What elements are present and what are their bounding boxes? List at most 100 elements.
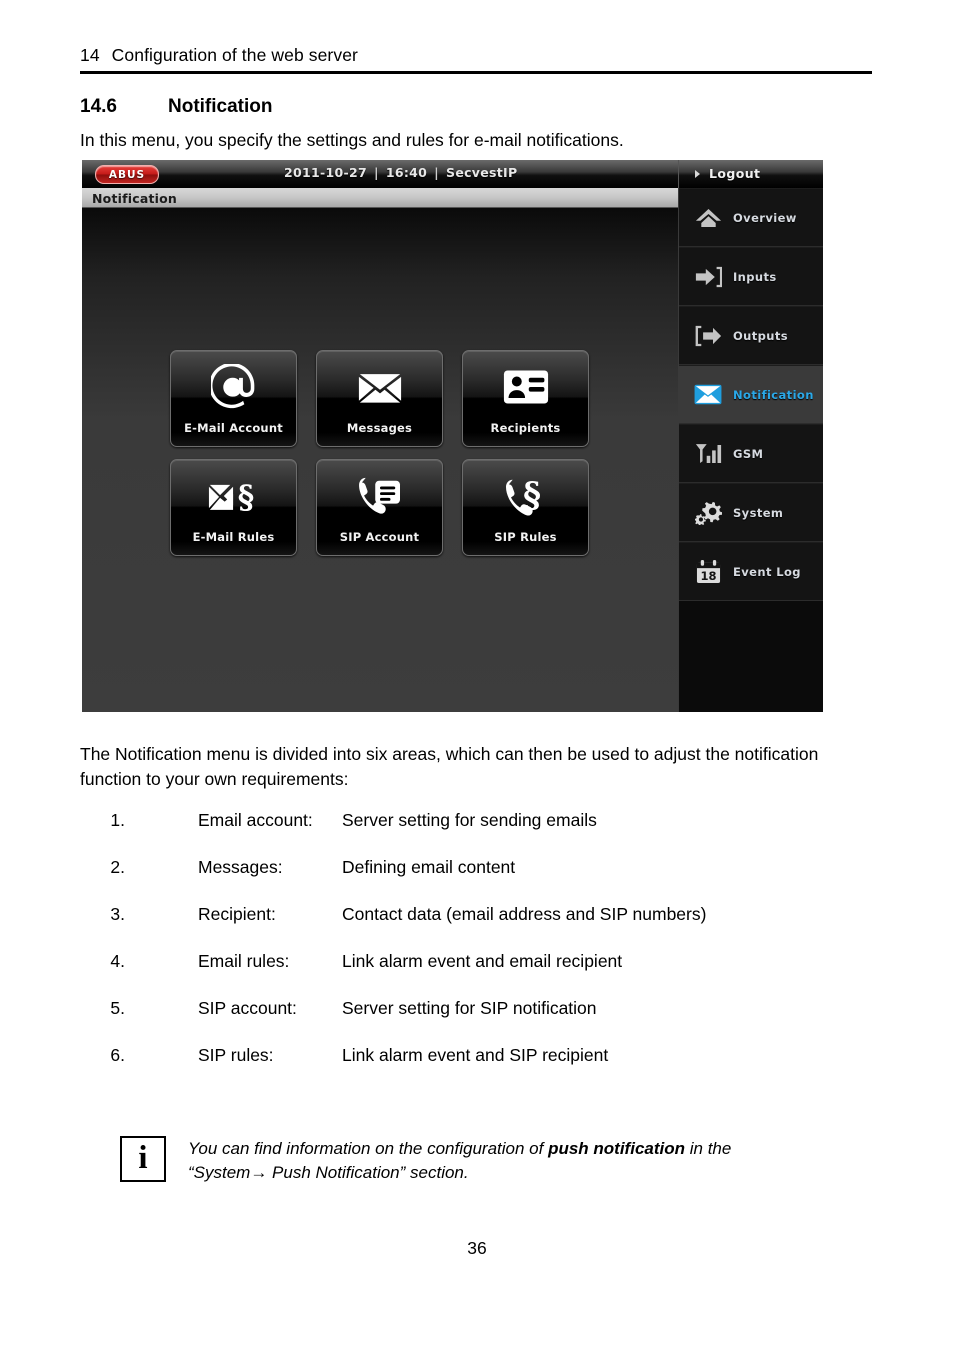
app-content-panel: E-Mail Account Messages Recipients § E-M… — [82, 208, 678, 712]
gears-icon — [694, 499, 722, 527]
list-item-description: Link alarm event and email recipient — [342, 951, 623, 971]
app-sidebar: Overview Inputs Outputs Notification GSM… — [678, 188, 823, 712]
list-item-description: Contact data (email address and SIP numb… — [342, 904, 707, 924]
sidebar-item-label: Notification — [733, 387, 814, 402]
sidebar-item-event-log[interactable]: 18 Event Log — [679, 542, 823, 601]
list-item-term: Email account: — [198, 810, 313, 830]
abus-logo-text: ABUS — [108, 168, 146, 181]
tile-email-account[interactable]: E-Mail Account — [170, 350, 297, 447]
app-topbar-right: Logout — [678, 160, 823, 188]
tile-label: Messages — [346, 421, 413, 435]
svg-text:18: 18 — [700, 569, 716, 583]
list-item-index: 4. — [110, 951, 125, 971]
sidebar-item-overview[interactable]: Overview — [679, 188, 823, 247]
running-head-title: Configuration of the web server — [111, 45, 358, 65]
sidebar-item-inputs[interactable]: Inputs — [679, 247, 823, 306]
numbered-list: 1. Email account: Server setting for sen… — [80, 810, 880, 1092]
intro-paragraph: In this menu, you specify the settings a… — [80, 130, 624, 150]
tile-recipients[interactable]: Recipients — [462, 350, 589, 447]
sidebar-item-outputs[interactable]: Outputs — [679, 306, 823, 365]
note-line1-prefix: You can find information on the configur… — [188, 1139, 549, 1158]
list-item-term: Recipient: — [198, 904, 276, 924]
app-topbar-left: ABUS 2011-10-27 | 16:40 | SecvestIP — [82, 160, 678, 188]
sidebar-item-label: Inputs — [733, 269, 777, 284]
breadcrumb-label: Notification — [92, 191, 178, 206]
list-item: 5. SIP account: Server setting for SIP n… — [80, 998, 880, 1045]
list-item-index: 3. — [110, 904, 125, 924]
info-note-text: You can find information on the configur… — [188, 1136, 731, 1185]
list-item: 6. SIP rules: Link alarm event and SIP r… — [80, 1045, 880, 1092]
list-item-description: Link alarm event and SIP recipient — [342, 1045, 609, 1065]
running-head-number: 14 — [80, 45, 100, 65]
document-page: 14 Configuration of the web server 14.6 No… — [0, 0, 954, 1355]
status-device: SecvestIP — [446, 165, 518, 180]
note-line1-bold: push notification — [548, 1139, 686, 1158]
envelope-icon — [694, 381, 722, 409]
header-rule — [80, 71, 872, 74]
body-paragraph: The Notification menu is divided into si… — [80, 744, 819, 789]
list-item: 3. Recipient: Contact data (email addres… — [80, 904, 880, 951]
phone-list-icon — [357, 474, 403, 518]
svg-text:§: § — [523, 476, 541, 515]
app-topbar: ABUS 2011-10-27 | 16:40 | SecvestIP Logout — [82, 160, 823, 188]
running-head: 14 Configuration of the web server — [80, 45, 870, 66]
list-item-term: SIP account: — [198, 998, 297, 1018]
status-separator-2: | — [434, 165, 440, 180]
list-item-index: 5. — [110, 998, 125, 1018]
tile-label: Recipients — [490, 421, 561, 435]
page-number: 36 — [467, 1238, 487, 1258]
calendar-18-icon: 18 — [694, 558, 722, 586]
list-item-term: SIP rules: — [198, 1045, 274, 1065]
info-icon: i — [120, 1136, 166, 1182]
section-heading: 14.6 Notification — [80, 96, 273, 118]
sidebar-item-label: Event Log — [733, 564, 801, 579]
tile-label: SIP Account — [339, 530, 420, 544]
list-item-term: Messages: — [198, 857, 283, 877]
sidebar-item-label: Overview — [733, 210, 797, 225]
tile-sip-rules[interactable]: § SIP Rules — [462, 459, 589, 556]
envelope-icon — [358, 365, 402, 409]
list-item-description: Server setting for sending emails — [342, 810, 597, 830]
abus-logo: ABUS — [95, 165, 159, 184]
phone-paragraph-icon: § — [504, 474, 548, 518]
tile-label: SIP Rules — [494, 530, 557, 544]
list-item: 1. Email account: Server setting for sen… — [80, 810, 880, 857]
contact-card-icon — [503, 365, 549, 409]
list-item-term: Email rules: — [198, 951, 290, 971]
sidebar-item-label: System — [733, 505, 784, 520]
sidebar-item-gsm[interactable]: GSM — [679, 424, 823, 483]
signal-bars-icon — [694, 440, 722, 468]
sidebar-item-label: Outputs — [733, 328, 789, 343]
list-item-index: 2. — [110, 857, 125, 877]
app-screenshot: ABUS 2011-10-27 | 16:40 | SecvestIP Logout N… — [82, 160, 823, 712]
at-sign-icon — [210, 364, 257, 409]
logout-label: Logout — [709, 166, 761, 181]
home-icon — [694, 204, 722, 232]
tile-label: E-Mail Rules — [192, 530, 275, 544]
list-item-description: Defining email content — [342, 857, 516, 877]
sidebar-item-system[interactable]: System — [679, 483, 823, 542]
tile-grid: E-Mail Account Messages Recipients § E-M… — [170, 350, 592, 556]
list-item-index: 6. — [110, 1045, 125, 1065]
svg-text:§: § — [237, 479, 254, 515]
tile-label: E-Mail Account — [184, 421, 283, 435]
sidebar-item-notification[interactable]: Notification — [679, 365, 823, 424]
breadcrumb: Notification — [82, 188, 678, 208]
list-item: 4. Email rules: Link alarm event and ema… — [80, 951, 880, 998]
triangle-right-icon — [695, 169, 700, 178]
list-item: 2. Messages: Defining email content — [80, 857, 880, 904]
tile-sip-account[interactable]: SIP Account — [316, 459, 443, 556]
logout-button[interactable]: Logout — [695, 166, 760, 181]
note-line1-suffix: in the — [685, 1139, 732, 1158]
status-date: 2011-10-27 — [284, 165, 367, 180]
envelope-paragraph-icon: § — [208, 474, 260, 518]
status-separator-1: | — [373, 165, 379, 180]
section-number: 14.6 — [80, 96, 117, 117]
arrow-in-icon — [694, 263, 722, 291]
sidebar-item-label: GSM — [733, 446, 764, 461]
tile-email-rules[interactable]: § E-Mail Rules — [170, 459, 297, 556]
list-item-index: 1. — [110, 810, 125, 830]
status-time: 16:40 — [385, 165, 428, 180]
tile-messages[interactable]: Messages — [316, 350, 443, 447]
info-note: i You can find information on the config… — [120, 1136, 880, 1185]
